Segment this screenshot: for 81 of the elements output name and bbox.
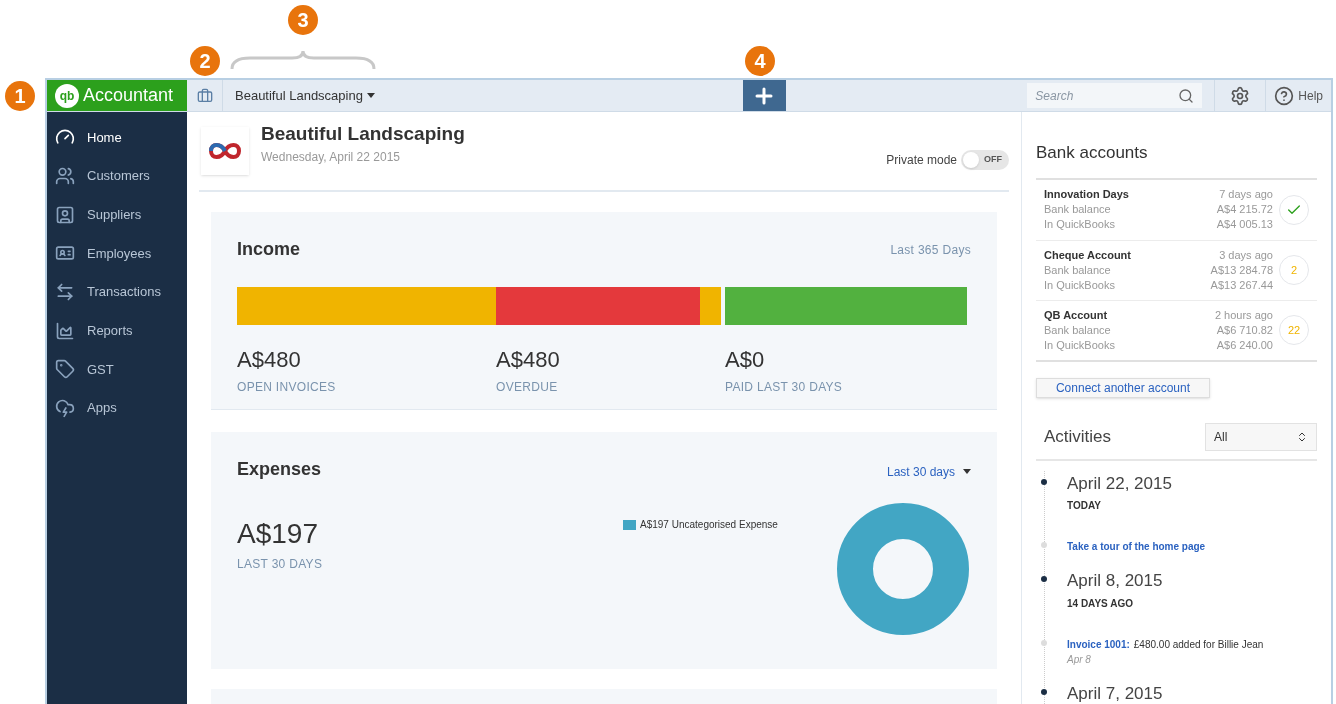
current-date: Wednesday, April 22 2015 [261,149,401,167]
bank-balance: A$4 215.72 [1216,202,1273,217]
sidebar-item[interactable]: GST [47,350,187,389]
settings-button[interactable] [1214,80,1267,111]
briefcase-icon [196,87,213,104]
updated-time: 7 days ago [1219,187,1273,202]
sidebar-item[interactable]: Customers [47,156,187,196]
stat-label: PAID LAST 30 DAYS [725,379,843,396]
balance-label: Bank balance [1044,202,1112,217]
invoice-link[interactable]: Invoice 1001: [1067,636,1130,652]
balance-label: In QuickBooks [1044,337,1116,353]
activity-time: Apr 8 [1067,652,1092,667]
legend-label: A$197 Uncategorised Expense [640,518,778,532]
brace-icon [230,50,376,70]
activity-date: April 7, 2015 [1067,682,1164,704]
bank-account-row[interactable]: Innovation Days Bank balance In QuickBooks 7 days ago A$4 215.72 A$4 005.13 [1036,179,1317,240]
bank-balance: A$13 284.78 [1210,262,1273,278]
settings-icon [1230,85,1251,106]
account-name: QB Account [1044,307,1109,323]
caret-icon [366,93,375,98]
expense-period-label: LAST 30 DAYS [237,556,324,573]
quickbooks-balance: A$13 267.44 [1210,277,1273,293]
stat-amount: A$480 [496,346,561,374]
balance-label: Bank balance [1044,262,1112,278]
quickbooks-balance: A$4 005.13 [1216,217,1273,232]
updated-time: 3 days ago [1219,247,1273,263]
stat-amount: A$0 [725,346,766,374]
contact-card-icon [55,204,75,225]
period-label: Last 365 Days [890,241,971,259]
help-icon [1274,85,1295,106]
sidebar-item[interactable]: Apps [47,388,187,428]
account-name: Cheque Account [1044,247,1132,263]
bank-account-row[interactable]: QB Account Bank balance In QuickBooks 2 hours ago A$6 710.82 A$6 240.00 22 [1036,299,1317,360]
section-title: Activities [1044,425,1112,448]
stat-label: OVERDUE [496,379,559,396]
bank-balance: A$6 710.82 [1216,322,1273,338]
stat-amount: A$480 [237,346,302,374]
bank-account-row[interactable]: Cheque Account Bank balance In QuickBooks 3 days ago A$13 284.78 A$13 267.44 2 [1036,239,1317,300]
company-name: Beautiful Landscaping [261,121,465,146]
card-title: Income [237,238,301,261]
tour-link[interactable]: Take a tour of the home page [1067,541,1206,552]
relative-date: 14 DAYS AGO [1067,596,1134,611]
add-button[interactable] [742,80,786,111]
help-button[interactable]: Help [1266,80,1331,111]
search-icon[interactable] [1178,87,1195,104]
people-icon [55,166,75,187]
balance-label: Bank balance [1044,322,1112,338]
sidebar-item[interactable]: Reports [47,311,187,351]
caret-icon [963,469,971,474]
step-marker: 3 [288,5,318,35]
activity-text: £480.00 added for Billie Jean [1133,637,1264,652]
step-marker: 4 [745,46,775,76]
activity-date: April 8, 2015 [1067,570,1164,592]
period-dropdown[interactable]: Last 30 days [886,462,971,481]
stat-label: OPEN INVOICES [237,379,337,396]
card-title: Expenses [237,458,322,481]
sidebar-item[interactable]: Suppliers [47,195,187,235]
relative-date: TODAY [1067,499,1102,513]
balance-label: In QuickBooks [1044,277,1116,293]
activity-date: April 22, 2015 [1067,472,1173,495]
expense-amount: A$197 [237,517,319,551]
private-mode-label: Private mode [886,152,957,169]
connect-account-button[interactable]: Connect another account [1036,377,1210,398]
sort-arrows-icon [1296,430,1308,443]
section-title: Bank accounts [1036,142,1149,164]
sidebar-item[interactable]: Employees [47,234,187,273]
updated-time: 2 hours ago [1214,307,1273,323]
private-mode-switch[interactable]: OFF [961,150,1009,170]
tag-icon [55,359,75,380]
area-chart-icon [55,320,75,341]
arrows-icon [55,282,75,303]
company-dropdown[interactable]: Beautiful Landscaping [223,80,387,111]
step-marker: 2 [190,46,220,76]
activity-filter-select[interactable]: All [1205,422,1317,451]
step-marker: 1 [5,81,35,111]
sidebar-item[interactable]: Home [47,118,187,157]
sidebar-item[interactable]: Transactions [47,272,187,312]
account-name: Innovation Days [1044,187,1130,202]
balance-label: In QuickBooks [1044,217,1116,232]
quickbooks-balance: A$6 240.00 [1216,337,1273,353]
cloud-icon [55,398,75,419]
